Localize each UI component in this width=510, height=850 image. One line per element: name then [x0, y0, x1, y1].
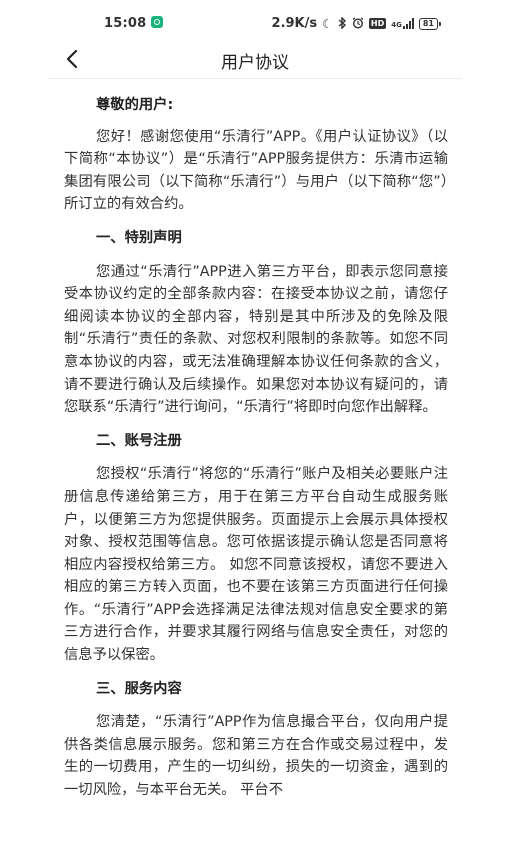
navigation-bar: 用户协议	[48, 40, 462, 79]
app-notification-icon	[151, 16, 164, 28]
battery-level: 81	[422, 18, 434, 28]
section-body-special-statement: 您通过“乐清行”APP进入第三方平台，即表示您同意接受本协议约定的全部条款内容：…	[64, 263, 448, 416]
greeting: 尊敬的用户:	[96, 97, 174, 113]
section-heading-account-registration: 二、账号注册	[96, 432, 182, 449]
cell-signal-icon: 4G	[391, 18, 414, 29]
screen: 15:08 2.9K/s ☾ HD 4G 81 用户协议 尊敬的用户: 您好！感…	[0, 0, 510, 850]
bluetooth-icon	[338, 15, 347, 31]
intro-paragraph: 您好！感谢您使用“乐清行”APP。《用户认证协议》（以下简称“本协议”）是“乐清…	[64, 128, 448, 213]
section-body-account-registration: 您授权“乐清行”将您的“乐清行”账户及相关必要账户注册信息传递给第三方，用于在第…	[64, 466, 448, 664]
agreement-content[interactable]: 尊敬的用户: 您好！感谢您使用“乐清行”APP。《用户认证协议》（以下简称“本协…	[64, 94, 448, 813]
status-time: 15:08	[104, 16, 164, 31]
network-type: 4G	[391, 21, 402, 29]
page-title: 用户协议	[221, 53, 289, 73]
status-indicators: 2.9K/s ☾ HD 4G 81	[271, 15, 442, 31]
net-speed: 2.9K/s	[271, 16, 318, 31]
section-heading-service-content: 三、服务内容	[96, 680, 182, 697]
hd-icon: HD	[368, 18, 387, 29]
section-heading-special-statement: 一、特别声明	[96, 229, 182, 246]
battery-icon: 81	[418, 17, 442, 30]
status-time-text: 15:08	[104, 16, 147, 31]
alarm-icon	[352, 16, 364, 31]
moon-icon: ☾	[322, 16, 333, 31]
section-body-service-content: 您清楚，“乐清行”APP作为信息撮合平台，仅向用户提供各类信息展示服务。您和第三…	[64, 714, 448, 799]
